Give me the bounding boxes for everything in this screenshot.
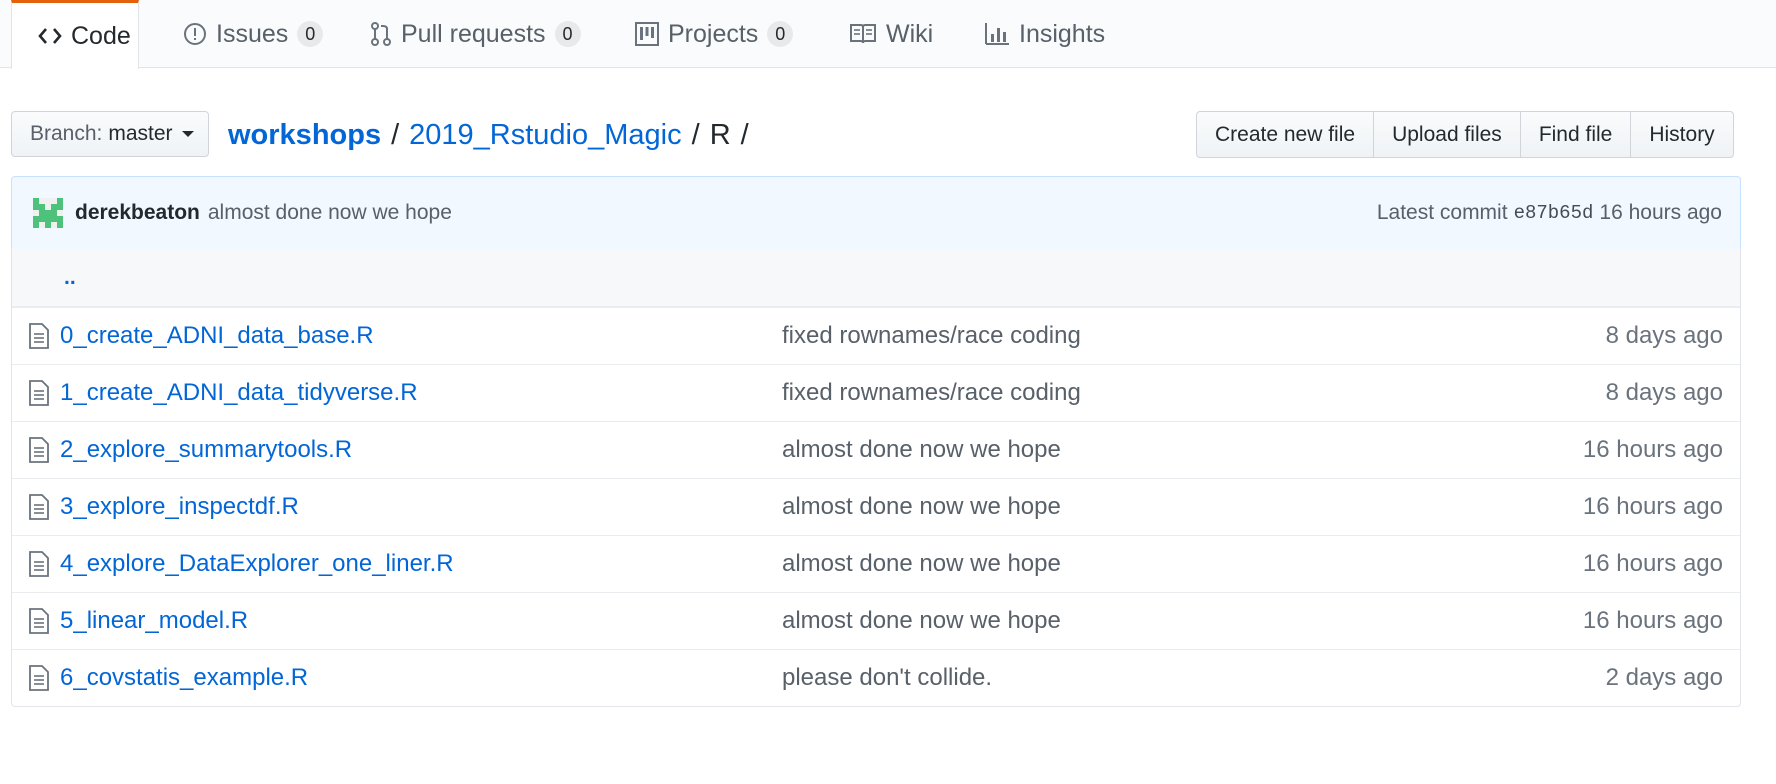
tab-issues[interactable]: Issues 0 xyxy=(157,0,349,68)
pull-request-icon xyxy=(370,21,392,47)
projects-counter: 0 xyxy=(767,21,794,47)
commit-sha-link[interactable]: e87b65d xyxy=(1514,202,1594,224)
breadcrumb-repo-link[interactable]: workshops xyxy=(228,119,381,152)
breadcrumb: workshops / 2019_Rstudio_Magic / R / xyxy=(228,113,759,157)
tab-insights-label: Insights xyxy=(1019,19,1106,48)
file-age: 16 hours ago xyxy=(1582,436,1723,463)
table-row: 0_create_ADNI_data_base.R fixed rownames… xyxy=(12,307,1740,364)
branch-label: Branch: xyxy=(30,122,103,145)
file-commit-message-link[interactable]: fixed rownames/race coding xyxy=(782,322,1081,350)
history-button[interactable]: History xyxy=(1631,111,1734,158)
branch-selector[interactable]: Branch: master xyxy=(11,111,209,157)
tab-code-label: Code xyxy=(71,21,131,50)
file-age: 8 days ago xyxy=(1605,379,1723,406)
file-name-link[interactable]: 3_explore_inspectdf.R xyxy=(60,493,299,521)
file-age: 16 hours ago xyxy=(1582,493,1723,520)
breadcrumb-separator: / xyxy=(691,118,700,151)
avatar[interactable] xyxy=(33,198,63,228)
caret-down-icon xyxy=(181,131,194,137)
issues-counter: 0 xyxy=(297,21,324,47)
tab-insights[interactable]: Insights xyxy=(958,0,1131,68)
tab-wiki[interactable]: Wiki xyxy=(823,0,959,68)
latest-commit-label: Latest commit xyxy=(1376,201,1508,224)
tab-wiki-label: Wiki xyxy=(886,19,934,48)
breadcrumb-current: R xyxy=(709,118,731,151)
create-new-file-button[interactable]: Create new file xyxy=(1196,111,1375,158)
tab-projects[interactable]: Projects 0 xyxy=(609,0,819,68)
commit-author-link[interactable]: derekbeaton xyxy=(75,201,200,225)
file-commit-message-link[interactable]: almost done now we hope xyxy=(782,550,1061,578)
parent-directory-row: .. xyxy=(12,249,1740,307)
file-name-link[interactable]: 1_create_ADNI_data_tidyverse.R xyxy=(60,379,418,407)
file-age: 2 days ago xyxy=(1605,664,1723,691)
file-icon xyxy=(29,494,49,527)
repo-nav-tabs: Code Issues 0 Pull requests 0 Projects 0… xyxy=(0,0,1776,69)
commit-meta: Latest commit e87b65d 16 hours ago xyxy=(1377,177,1722,249)
book-icon xyxy=(849,23,877,45)
table-row: 2_explore_summarytools.R almost done now… xyxy=(12,421,1740,478)
code-icon xyxy=(38,26,62,46)
commit-message-link[interactable]: almost done now we hope xyxy=(208,201,452,225)
file-age: 16 hours ago xyxy=(1582,607,1723,634)
upload-files-button[interactable]: Upload files xyxy=(1374,111,1521,158)
file-name-link[interactable]: 4_explore_DataExplorer_one_liner.R xyxy=(60,550,454,578)
file-icon xyxy=(29,437,49,470)
tab-pull-requests-label: Pull requests xyxy=(401,19,546,48)
commit-age: 16 hours ago xyxy=(1599,201,1722,224)
file-commit-message-link[interactable]: almost done now we hope xyxy=(782,493,1061,521)
project-icon xyxy=(635,22,659,46)
file-icon xyxy=(29,323,49,356)
tab-code[interactable]: Code xyxy=(11,0,139,69)
file-navigation: Create new file Upload files Find file H… xyxy=(1196,111,1734,158)
file-list: .. 0_create_ADNI_data_base.R fixed rowna… xyxy=(11,249,1741,707)
find-file-button[interactable]: Find file xyxy=(1520,111,1632,158)
graph-icon xyxy=(984,22,1010,46)
file-commit-message-link[interactable]: please don't collide. xyxy=(782,664,992,692)
file-commit-message-link[interactable]: fixed rownames/race coding xyxy=(782,379,1081,407)
file-icon xyxy=(29,380,49,413)
pull-requests-counter: 0 xyxy=(554,21,581,47)
parent-directory-link[interactable]: .. xyxy=(64,266,76,290)
tab-issues-label: Issues xyxy=(216,19,289,48)
table-row: 5_linear_model.R almost done now we hope… xyxy=(12,592,1740,649)
file-name-link[interactable]: 6_covstatis_example.R xyxy=(60,664,308,692)
latest-commit-bar: derekbeaton almost done now we hope Late… xyxy=(11,176,1741,250)
file-name-link[interactable]: 5_linear_model.R xyxy=(60,607,248,635)
tab-projects-label: Projects xyxy=(668,19,759,48)
tab-pull-requests[interactable]: Pull requests 0 xyxy=(344,0,607,68)
breadcrumb-separator: / xyxy=(740,118,749,151)
file-icon xyxy=(29,665,49,698)
branch-name: master xyxy=(108,122,173,145)
file-name-link[interactable]: 2_explore_summarytools.R xyxy=(60,436,352,464)
table-row: 6_covstatis_example.R please don't colli… xyxy=(12,649,1740,706)
table-row: 1_create_ADNI_data_tidyverse.R fixed row… xyxy=(12,364,1740,421)
file-commit-message-link[interactable]: almost done now we hope xyxy=(782,607,1061,635)
file-age: 16 hours ago xyxy=(1582,550,1723,577)
file-icon xyxy=(29,551,49,584)
file-commit-message-link[interactable]: almost done now we hope xyxy=(782,436,1061,464)
file-icon xyxy=(29,608,49,641)
breadcrumb-separator: / xyxy=(391,118,400,151)
file-age: 8 days ago xyxy=(1605,322,1723,349)
breadcrumb-folder-link[interactable]: 2019_Rstudio_Magic xyxy=(409,119,681,152)
file-name-link[interactable]: 0_create_ADNI_data_base.R xyxy=(60,322,374,350)
table-row: 4_explore_DataExplorer_one_liner.R almos… xyxy=(12,535,1740,592)
table-row: 3_explore_inspectdf.R almost done now we… xyxy=(12,478,1740,535)
issue-icon xyxy=(183,22,207,46)
